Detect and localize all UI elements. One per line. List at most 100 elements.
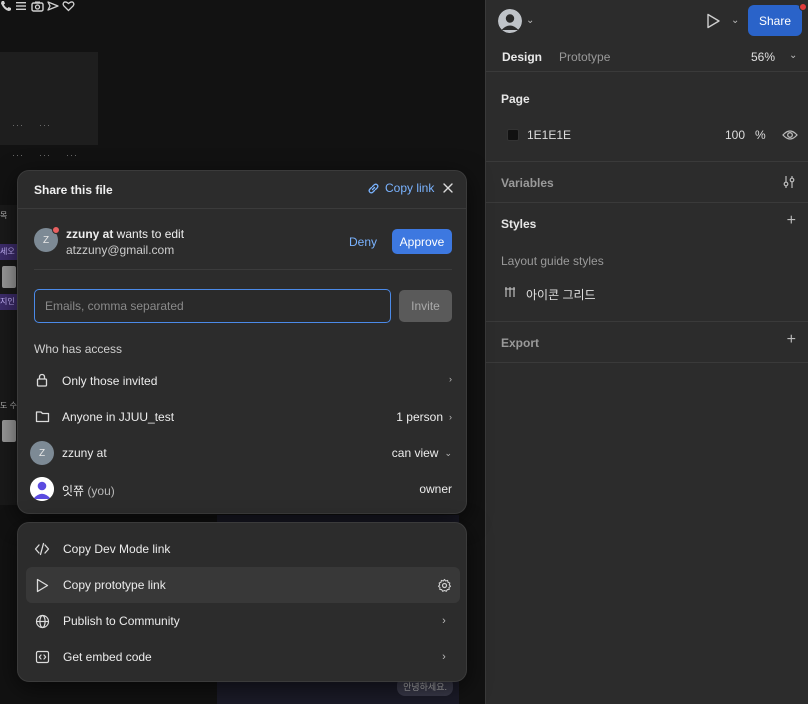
get-embed-code[interactable]: Get embed code › [26,639,460,675]
chevron-down-icon[interactable]: ⌄ [731,15,739,26]
canvas-text: 도 수 [0,401,17,410]
avatar: Z [30,441,54,465]
share-modal-title: Share this file [34,183,113,197]
dots-label: ··· [12,150,24,160]
permission-value: can view [391,446,439,460]
globe-icon [34,613,50,629]
grid-icon [504,286,516,301]
access-row-owner: 잇쮸 (you) owner [26,471,460,507]
deny-button[interactable]: Deny [349,235,377,249]
publish-to-community[interactable]: Publish to Community › [26,603,460,639]
canvas-chip: 세오 [0,244,18,260]
copy-link-label: Copy link [385,181,435,195]
menu-item-label: Copy prototype link [63,578,166,592]
panel-tabs: Design Prototype 56% ⌄ [486,42,808,72]
folder-icon [34,408,50,424]
approve-button[interactable]: Approve [392,229,452,254]
opacity-unit: % [755,128,766,142]
chevron-down-icon[interactable]: ⌄ [789,50,797,61]
phone-icon [0,1,15,15]
menu-item-label: Get embed code [63,650,152,664]
canvas-block [2,266,16,288]
owner-role: owner [419,482,452,496]
lock-icon [34,372,50,388]
eye-icon[interactable] [782,128,798,142]
list-icon [15,1,30,15]
access-label: Anyone in JJUU_test [62,410,175,424]
menu-item-label: Publish to Community [63,614,180,628]
you-label: (you) [84,484,115,498]
chevron-right-icon: › [442,615,446,627]
divider [34,269,452,270]
link-options-menu: Copy Dev Mode link Copy prototype link P… [17,522,467,682]
page-section: Page [486,72,808,162]
notification-dot [52,226,60,234]
page-section-title: Page [501,92,530,106]
share-modal: Share this file Copy link Z zzuny at wan… [17,170,467,514]
canvas-chip: 지인 [0,294,18,310]
camera-icon [30,1,47,15]
styles-section: Styles + Layout guide styles 아이콘 그리드 [486,203,808,322]
requester-email: atzzuny@gmail.com [66,243,175,257]
dots-label: ··· [39,120,51,130]
play-icon [34,577,50,593]
close-icon[interactable] [441,181,455,195]
canvas-text: 목 [0,211,8,220]
link-icon [368,183,379,193]
gear-icon[interactable] [436,577,452,593]
user-avatar[interactable] [498,9,522,33]
page-opacity[interactable]: 100 [725,128,745,142]
access-row-user[interactable]: Z zzuny at can view ⌄ [26,435,460,471]
tab-prototype[interactable]: Prototype [559,50,610,64]
copy-prototype-link[interactable]: Copy prototype link [26,567,460,603]
embed-icon [34,649,50,665]
zoom-level[interactable]: 56% [751,50,775,64]
email-invite-input[interactable] [34,289,391,323]
play-icon[interactable] [704,12,722,30]
share-modal-header: Share this file Copy link [18,171,466,209]
code-icon [34,541,50,557]
layout-guide-styles-title: Layout guide styles [501,254,604,268]
chevron-right-icon: › [449,412,452,422]
access-count: 1 person [396,410,443,424]
panel-topbar: ⌄ ⌄ Share [486,0,808,42]
canvas-frame-icons[interactable]: ··· ··· ··· ··· ··· [0,52,98,160]
canvas-block [2,420,16,442]
styles-title: Styles [501,217,537,231]
export-section: Export + [486,322,808,363]
tab-design[interactable]: Design [502,50,542,64]
requester-name: zzuny at [66,227,114,241]
edit-request-text: zzuny at wants to edit [66,227,184,241]
access-right: › [449,374,452,384]
notification-dot [799,3,807,11]
owner-name: 잇쮸 [62,484,85,498]
send-icon [47,1,62,15]
access-label: Only those invited [62,374,158,388]
copy-dev-mode-link[interactable]: Copy Dev Mode link [26,531,460,567]
properties-panel: ⌄ ⌄ Share Design Prototype 56% ⌄ Page 1E… [485,0,808,704]
permission-dropdown[interactable]: can view ⌄ [392,446,452,460]
add-export-plus-icon[interactable]: + [787,331,796,349]
access-right: 1 person › [396,410,452,424]
invite-button[interactable]: Invite [399,290,452,322]
access-label: zzuny at [62,446,107,460]
page-color-hex[interactable]: 1E1E1E [527,128,571,142]
chevron-down-icon[interactable]: ⌄ [526,15,534,26]
share-button[interactable]: Share [748,5,802,36]
copy-link-button[interactable]: Copy link [367,181,434,195]
heart-icon [62,1,75,15]
access-right: owner [419,482,452,496]
dots-label: ··· [12,120,24,130]
access-row-only-invited[interactable]: Only those invited › [26,363,460,399]
layout-guide-item[interactable]: 아이콘 그리드 [526,286,596,303]
sliders-icon[interactable] [782,175,796,192]
color-swatch[interactable] [507,129,519,141]
variables-section: Variables [486,162,808,203]
who-has-access-heading: Who has access [34,342,123,356]
chevron-down-icon: ⌄ [444,447,452,458]
add-style-plus-icon[interactable]: + [787,212,796,230]
page-color-row[interactable]: 1E1E1E 100 % [501,122,799,148]
dots-label: ··· [39,150,51,160]
export-title: Export [501,336,540,350]
access-row-team[interactable]: Anyone in JJUU_test 1 person › [26,399,460,435]
